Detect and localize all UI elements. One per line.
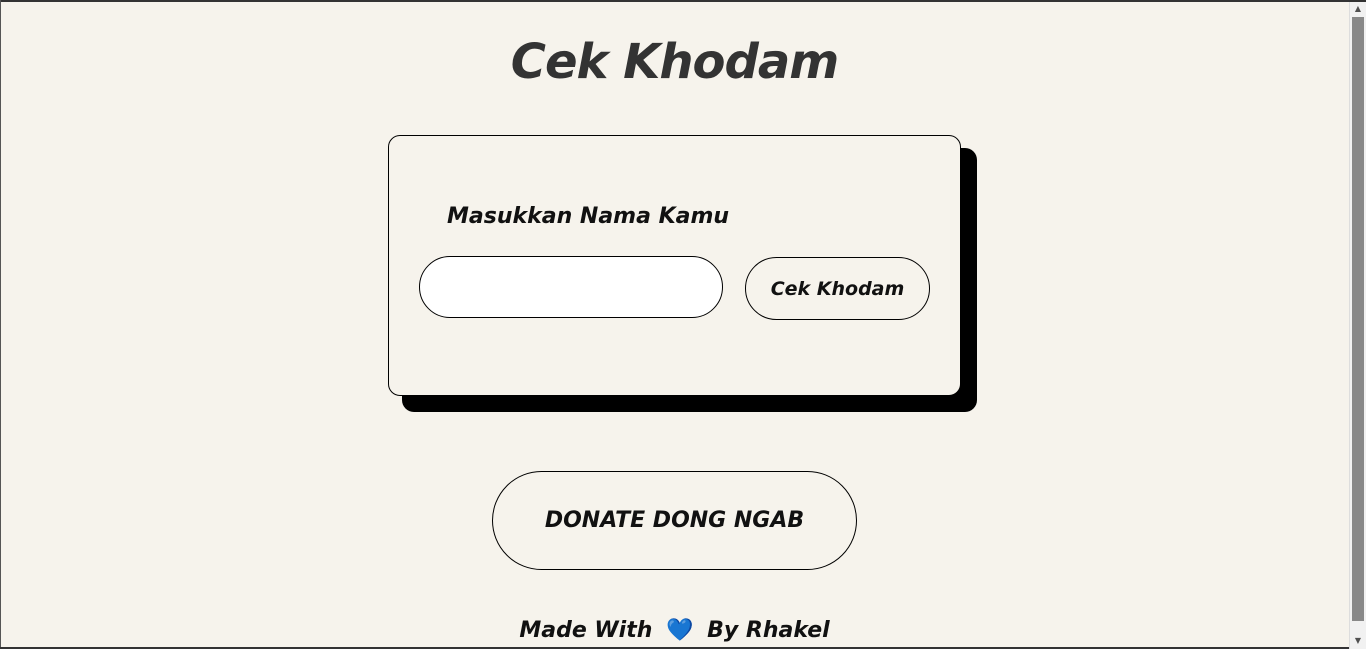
footer-suffix: By Rhakel bbox=[707, 618, 830, 643]
donate-button[interactable]: DONATE DONG NGAB bbox=[492, 471, 857, 570]
cek-khodam-button[interactable]: Cek Khodam bbox=[745, 257, 930, 320]
page-title: Cek Khodam bbox=[510, 34, 840, 90]
scroll-down-arrow-icon[interactable]: ▼ bbox=[1350, 632, 1366, 649]
name-form-card: Masukkan Nama Kamu Cek Khodam bbox=[388, 135, 961, 396]
footer-credit: Made With 💙 By Rhakel bbox=[0, 618, 1349, 643]
footer-prefix: Made With bbox=[519, 618, 653, 643]
window-border-top bbox=[0, 0, 1366, 2]
blue-heart-icon: 💙 bbox=[666, 618, 694, 643]
scrollbar-thumb[interactable] bbox=[1352, 17, 1364, 621]
window-border-left bbox=[0, 0, 1, 649]
name-field-label: Masukkan Nama Kamu bbox=[447, 204, 730, 229]
name-input[interactable] bbox=[419, 256, 723, 318]
scroll-up-arrow-icon[interactable]: ▲ bbox=[1350, 0, 1366, 17]
vertical-scrollbar[interactable]: ▲ ▼ bbox=[1349, 0, 1366, 649]
page: Cek Khodam Masukkan Nama Kamu Cek Khodam… bbox=[0, 0, 1349, 649]
